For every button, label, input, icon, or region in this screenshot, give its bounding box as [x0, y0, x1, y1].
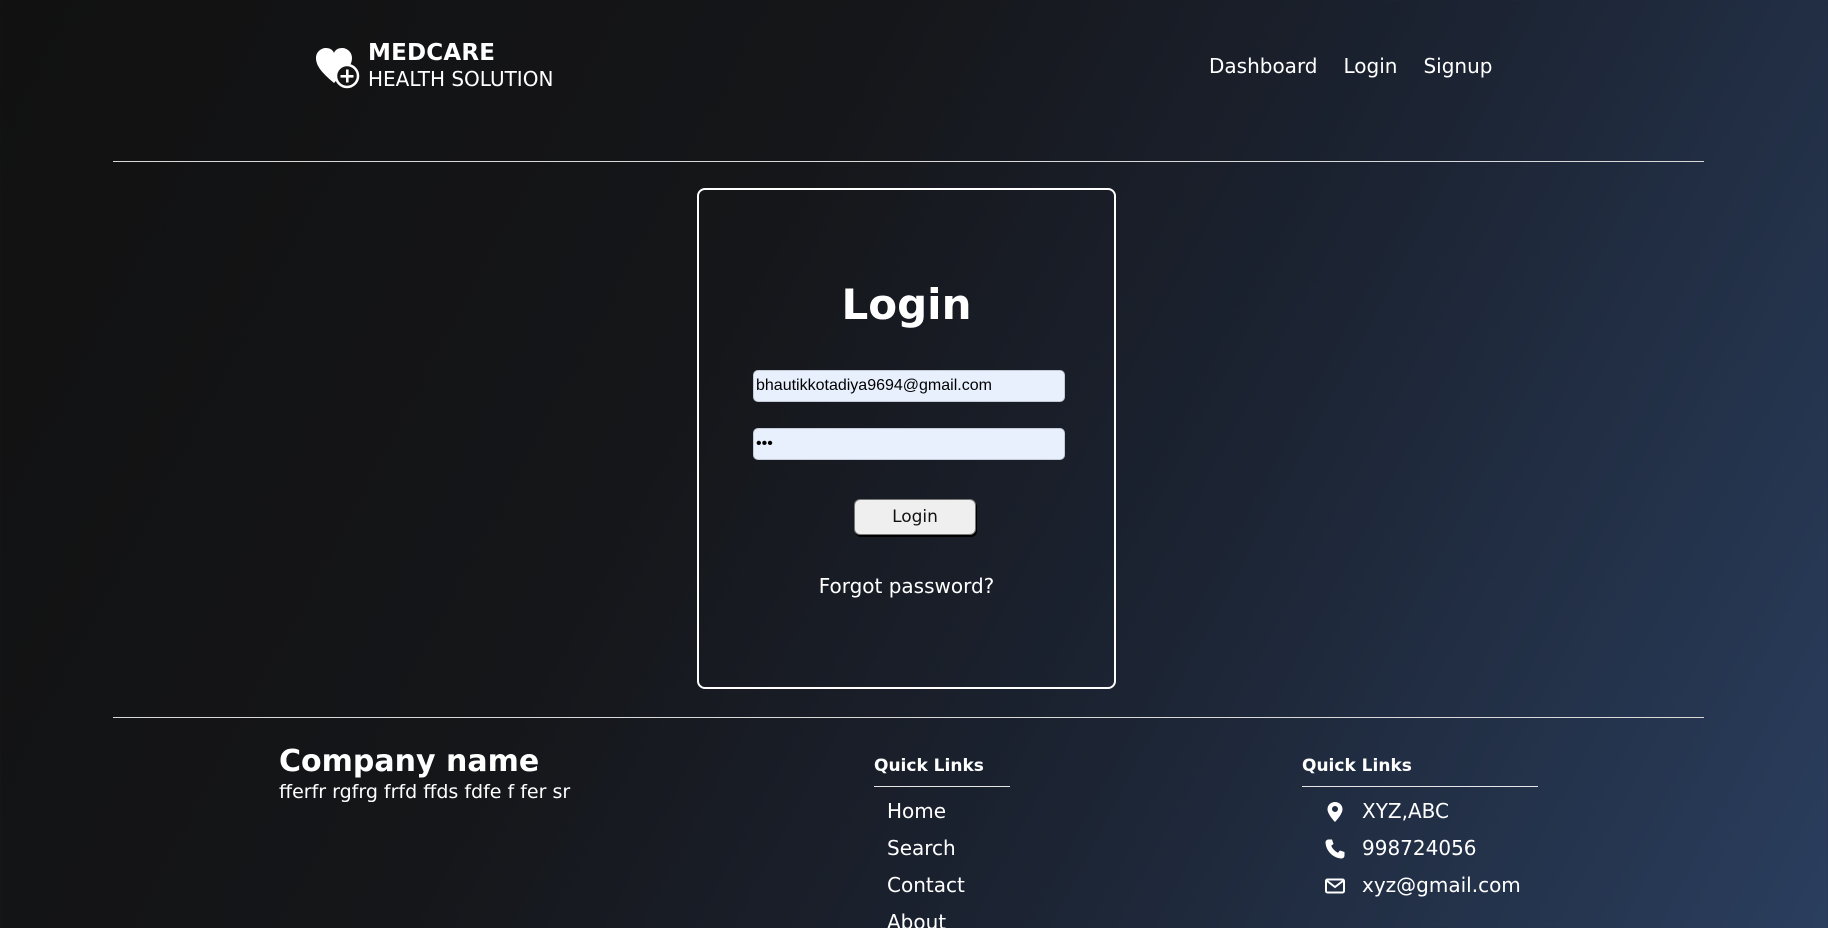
- password-field[interactable]: [753, 428, 1065, 460]
- brand-subtitle: HEALTH SOLUTION: [368, 67, 554, 91]
- heart-plus-icon: [314, 43, 360, 89]
- page: MEDCARE HEALTH SOLUTION Dashboard Login …: [0, 0, 1828, 928]
- footer-link-contact[interactable]: Contact: [887, 867, 1010, 904]
- contact-address: XYZ,ABC: [1302, 793, 1538, 830]
- top-nav: Dashboard Login Signup: [1209, 54, 1492, 78]
- login-title: Login: [841, 280, 972, 329]
- email-field[interactable]: [753, 370, 1065, 402]
- footer-link-search[interactable]: Search: [887, 830, 1010, 867]
- contact-phone-text: 998724056: [1362, 836, 1477, 860]
- contact-email-text: xyz@gmail.com: [1362, 873, 1521, 897]
- footer-link-about[interactable]: About: [887, 904, 1010, 928]
- contact-email: xyz@gmail.com: [1302, 867, 1538, 904]
- footer-divider: [113, 717, 1704, 718]
- login-card: Login Login Forgot password?: [697, 188, 1116, 689]
- brand-name: MEDCARE: [368, 40, 496, 66]
- login-button[interactable]: Login: [854, 499, 976, 535]
- header-divider: [113, 161, 1704, 162]
- footer-link-home[interactable]: Home: [887, 793, 1010, 830]
- nav-signup-link[interactable]: Signup: [1423, 54, 1492, 78]
- contact-title: Quick Links: [1302, 756, 1538, 787]
- envelope-icon: [1324, 875, 1346, 897]
- company-description: fferfr rgfrg frfd ffds fdfe f fer sr: [279, 781, 571, 803]
- contact-address-text: XYZ,ABC: [1362, 799, 1449, 823]
- footer-contact: Quick Links XYZ,ABC 998724056 xyz@gmail.…: [1302, 756, 1538, 904]
- nav-login-link[interactable]: Login: [1344, 54, 1398, 78]
- quick-links-title: Quick Links: [874, 756, 1010, 787]
- phone-icon: [1324, 838, 1346, 860]
- forgot-password-link[interactable]: Forgot password?: [699, 574, 1114, 598]
- nav-dashboard-link[interactable]: Dashboard: [1209, 54, 1318, 78]
- location-pin-icon: [1324, 801, 1346, 823]
- company-name: Company name: [279, 744, 540, 779]
- footer-company: Company name fferfr rgfrg frfd ffds fdfe…: [279, 744, 570, 803]
- footer-quick-links: Quick Links Home Search Contact About: [874, 756, 1010, 928]
- brand-logo[interactable]: MEDCARE HEALTH SOLUTION: [314, 42, 553, 89]
- contact-phone: 998724056: [1302, 830, 1538, 867]
